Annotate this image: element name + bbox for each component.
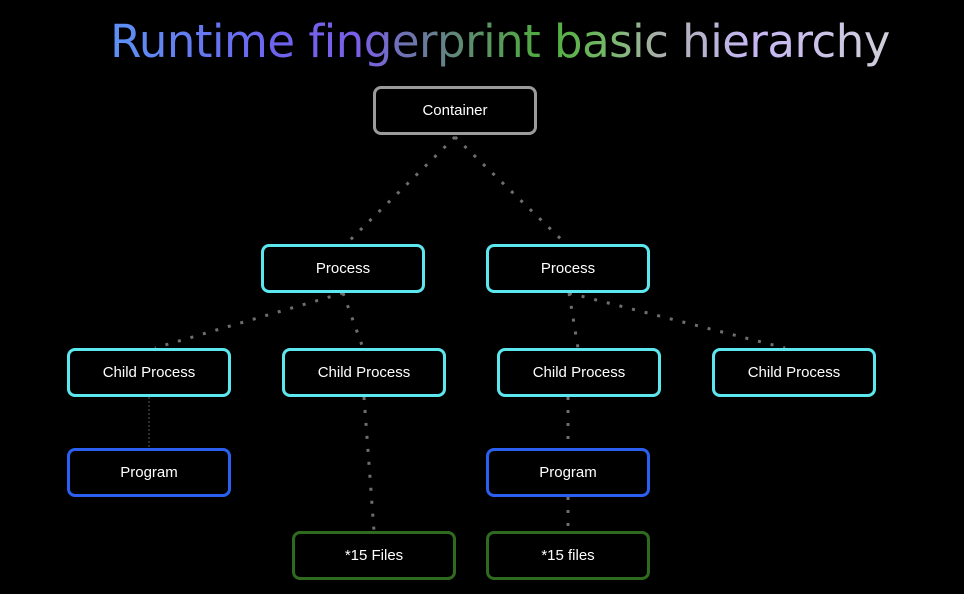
node-files-left[interactable]: *15 Files xyxy=(292,531,456,580)
edge-process-right-child-4 xyxy=(568,291,786,350)
node-child-process-1[interactable]: Child Process xyxy=(67,348,231,397)
edge-process-left-child-1 xyxy=(154,291,344,350)
node-label: Child Process xyxy=(102,364,196,381)
edge-container-process-right xyxy=(453,135,568,246)
edge-child-2-files-left xyxy=(362,396,376,532)
node-child-process-3[interactable]: Child Process xyxy=(497,348,661,397)
node-label: Process xyxy=(315,260,371,277)
node-program-right[interactable]: Program xyxy=(486,448,650,497)
node-child-process-4[interactable]: Child Process xyxy=(712,348,876,397)
edge-process-left-child-2 xyxy=(341,292,365,349)
node-label: Child Process xyxy=(532,364,626,381)
node-child-process-2[interactable]: Child Process xyxy=(282,348,446,397)
node-process-right[interactable]: Process xyxy=(486,244,650,293)
edge-process-right-child-3 xyxy=(567,292,580,349)
node-label: Program xyxy=(539,464,597,481)
node-label: Process xyxy=(540,260,596,277)
node-files-right[interactable]: *15 files xyxy=(486,531,650,580)
edge-container-process-left xyxy=(344,135,457,246)
node-container[interactable]: Container xyxy=(373,86,537,135)
node-label: Program xyxy=(120,464,178,481)
node-program-left[interactable]: Program xyxy=(67,448,231,497)
node-label: *15 files xyxy=(541,547,595,564)
node-label: *15 Files xyxy=(344,547,404,564)
node-process-left[interactable]: Process xyxy=(261,244,425,293)
node-label: Container xyxy=(422,102,488,119)
node-label: Child Process xyxy=(317,364,411,381)
node-label: Child Process xyxy=(747,364,841,381)
